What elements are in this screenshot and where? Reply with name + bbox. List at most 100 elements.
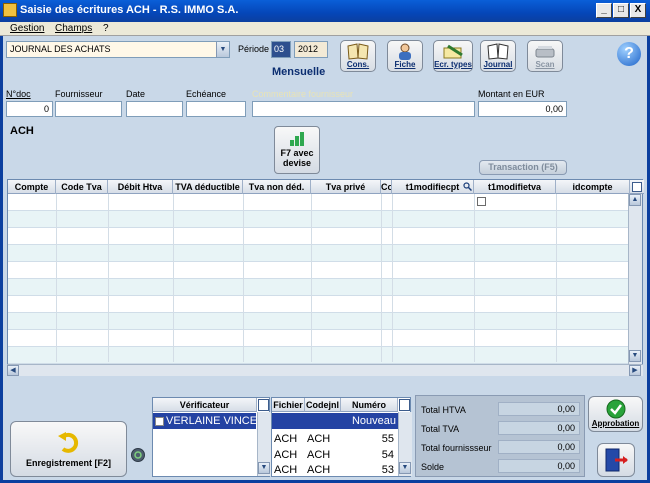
periode-year-field[interactable]: 2012 (294, 41, 328, 58)
maximize-button[interactable]: □ (613, 3, 629, 18)
solde-value: 0,00 (498, 459, 580, 473)
col-debit-htva[interactable]: Débit Htva (108, 180, 173, 194)
col-tva-non-ded[interactable]: Tva non déd. (243, 180, 311, 194)
table-row[interactable] (8, 313, 630, 330)
table-row[interactable] (8, 279, 630, 296)
commentaire-field[interactable] (252, 101, 475, 117)
scan-button[interactable]: Scan (527, 40, 563, 72)
numero-cell: 55 (381, 433, 394, 445)
transaction-button[interactable]: Transaction (F5) (479, 160, 567, 175)
col-t1modifietva[interactable]: t1modifietva (474, 180, 556, 194)
commentaire-label: Commentaire fournisseur (252, 89, 354, 99)
help-icon[interactable]: ? (617, 42, 641, 66)
col-fichier[interactable]: Fichier (272, 398, 305, 412)
grid-horizontal-scrollbar[interactable]: ◀ ▶ (7, 364, 643, 376)
grid-divider (474, 194, 475, 362)
date-field[interactable] (126, 101, 183, 117)
col-codejnl[interactable]: Codejnl (305, 398, 341, 412)
fichiers-scrollbar[interactable]: ▼ (398, 412, 412, 476)
scroll-down-icon[interactable]: ▼ (399, 462, 411, 474)
table-row[interactable] (8, 194, 630, 211)
col-idcompte[interactable]: idcompte (556, 180, 630, 194)
col-co[interactable]: Co (381, 180, 392, 194)
list-item[interactable]: ACH ACH 53 (272, 462, 398, 478)
table-row[interactable] (8, 347, 630, 364)
table-row[interactable] (8, 228, 630, 245)
refresh-icon[interactable] (131, 448, 145, 462)
col-t1modifiecpt[interactable]: t1modifiecpt (392, 180, 474, 194)
column-chooser-icon[interactable] (399, 399, 410, 411)
ndoc-label: N°doc (6, 89, 31, 99)
col-numero[interactable]: Numéro (341, 398, 398, 412)
devise-button[interactable]: F7 avec devise (274, 126, 320, 174)
chevron-down-icon[interactable]: ▼ (216, 42, 229, 57)
grid-divider (381, 194, 382, 362)
title-bar: Saisie des écritures ACH - R.S. IMMO S.A… (0, 0, 650, 22)
table-row[interactable] (8, 245, 630, 262)
checkbox-t1modifietva[interactable] (477, 197, 486, 206)
column-chooser-icon[interactable] (632, 182, 642, 192)
journal-select[interactable]: JOURNAL DES ACHATS ▼ (6, 41, 230, 58)
total-htva-label: Total HTVA (421, 405, 466, 415)
scroll-left-icon[interactable]: ◀ (7, 365, 19, 376)
fiche-button-label: Fiche (394, 60, 416, 69)
search-icon[interactable] (463, 182, 473, 192)
verificateur-row[interactable]: VERLAINE VINCE (153, 413, 256, 429)
col-compte[interactable]: Compte (8, 180, 56, 194)
column-chooser-icon[interactable] (258, 399, 269, 411)
col-tva-prive[interactable]: Tva privé (311, 180, 381, 194)
journal-button-label: Journal (483, 60, 513, 69)
minimize-button[interactable]: _ (596, 3, 612, 18)
verificateur-header[interactable]: Vérificateur (153, 398, 257, 412)
scroll-down-icon[interactable]: ▼ (629, 350, 641, 362)
fichier-cell: ACH (274, 464, 298, 476)
col-tva-deductible[interactable]: TVA déductible (173, 180, 243, 194)
menu-help[interactable]: ? (103, 23, 109, 34)
menu-gestion[interactable]: Gestion (10, 23, 44, 34)
approbation-button[interactable]: Approbation (588, 396, 643, 432)
table-row[interactable] (8, 296, 630, 313)
journal-button[interactable]: Journal (480, 40, 516, 72)
table-row[interactable] (8, 211, 630, 228)
fiche-button[interactable]: Fiche (387, 40, 423, 72)
scroll-right-icon[interactable]: ▶ (629, 365, 641, 376)
table-row[interactable] (8, 330, 630, 347)
list-item[interactable]: ACH ACH 55 (272, 431, 398, 447)
table-row[interactable] (8, 262, 630, 279)
echeance-field[interactable] (186, 101, 246, 117)
codejnl-cell: ACH (307, 433, 331, 445)
checkbox[interactable] (155, 416, 164, 426)
verificateur-grid[interactable]: Vérificateur VERLAINE VINCE ▼ (152, 397, 271, 477)
fichier-cell: ACH (274, 449, 298, 461)
list-item[interactable]: Nouveau (272, 413, 398, 429)
menu-champs[interactable]: Champs (55, 23, 92, 34)
fournisseur-field[interactable] (55, 101, 122, 117)
ecr-types-button[interactable]: Ecr. types (433, 40, 473, 72)
grid-header: Compte Code Tva Débit Htva TVA déductibl… (8, 180, 644, 194)
periode-month-field[interactable]: 03 (271, 41, 291, 58)
grid-divider (392, 194, 393, 362)
total-tva-label: Total TVA (421, 424, 460, 434)
enregistrement-label: Enregistrement [F2] (25, 458, 112, 468)
scan-button-label: Scan (535, 60, 555, 69)
frequency-label: Mensuelle (272, 66, 326, 78)
col-code-tva[interactable]: Code Tva (56, 180, 108, 194)
scroll-down-icon[interactable]: ▼ (258, 462, 270, 474)
ndoc-field[interactable]: 0 (6, 101, 53, 117)
montant-field[interactable]: 0,00 (478, 101, 567, 117)
entries-grid[interactable]: Compte Code Tva Débit Htva TVA déductibl… (7, 179, 644, 376)
grid-divider (243, 194, 244, 362)
fichiers-grid[interactable]: Fichier Codejnl Numéro Nouveau ACH ACH 5… (271, 397, 412, 478)
close-button[interactable]: X (630, 3, 646, 18)
periode-label: Période (238, 44, 270, 54)
app-icon (3, 3, 17, 17)
total-htva-value: 0,00 (498, 402, 580, 416)
enregistrement-button[interactable]: Enregistrement [F2] (10, 421, 127, 477)
exit-button[interactable] (597, 443, 635, 477)
grid-vertical-scrollbar[interactable]: ▲ ▼ (628, 194, 642, 364)
cons-button[interactable]: Cons. (340, 40, 376, 72)
grid-divider (56, 194, 57, 362)
scroll-up-icon[interactable]: ▲ (629, 194, 641, 206)
verificateur-scrollbar[interactable]: ▼ (257, 412, 271, 476)
list-item[interactable]: ACH ACH 54 (272, 447, 398, 463)
